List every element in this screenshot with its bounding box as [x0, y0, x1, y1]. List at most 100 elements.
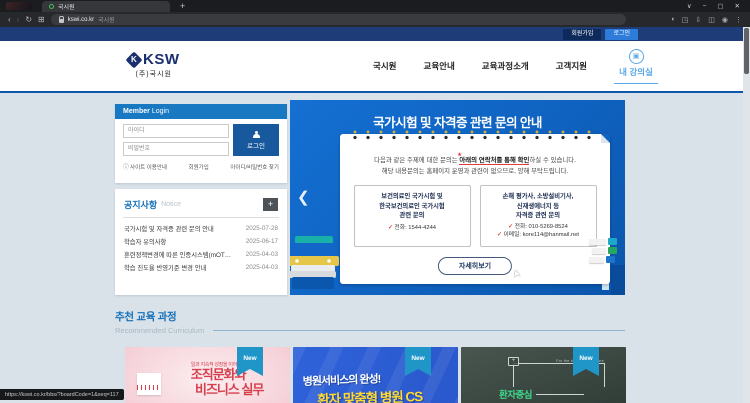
- notice-more-button[interactable]: +: [263, 198, 278, 211]
- address-bar[interactable]: kswi.co.kr 국시원: [50, 14, 626, 25]
- contact-phone: 전화: 010-5269-8524: [514, 224, 568, 231]
- forward-icon[interactable]: ›: [17, 15, 20, 24]
- login-button[interactable]: 로그인: [605, 28, 638, 40]
- contact-box-line: 신재생에너지 등: [516, 202, 560, 210]
- id-field[interactable]: [123, 124, 229, 138]
- notice-row[interactable]: 훈련정책변경에 따른 인증시스템(mOTP… 2025-04-03: [124, 248, 278, 261]
- spiral-binding-icon: [352, 129, 598, 141]
- nav-item-customer-support[interactable]: 고객지원: [556, 60, 587, 72]
- nav-item-curriculum-intro[interactable]: 교육과정소개: [482, 60, 529, 72]
- notice-row[interactable]: 학습 진도율 반영기준 변경 안내 2025-04-03: [124, 261, 278, 274]
- contact-box-line: 한국보건의료인 국가시험: [379, 202, 445, 210]
- status-bar-link-preview: https://kswi.co.kr/bbs/?boardCode=1&seq=…: [0, 389, 124, 400]
- reload-icon[interactable]: ↻: [25, 15, 32, 24]
- curriculum-subtitle: Recommended Curriculum: [115, 326, 205, 335]
- detail-view-button[interactable]: 자세히보기 ➤: [437, 257, 522, 279]
- notice-row[interactable]: 국가시험 및 자격증 관련 문의 안내 2025-07-28: [124, 222, 278, 235]
- notice-row-date: 2025-04-03: [245, 264, 278, 271]
- notice-row-date: 2025-07-28: [245, 225, 278, 232]
- nav-item-edu-info[interactable]: 교육안내: [424, 60, 455, 72]
- scrollbar-thumb[interactable]: [744, 28, 749, 74]
- notice-row-date: 2025-06-17: [245, 238, 278, 245]
- notice-row[interactable]: 학습자 유의사항 2025-06-17: [124, 235, 278, 248]
- password-field[interactable]: [123, 142, 229, 156]
- site-guide-link[interactable]: ⓘ 사이트 이용안내: [123, 162, 167, 172]
- find-id-password-link[interactable]: 아이디/비밀번호 찾기: [230, 163, 279, 171]
- login-links: ⓘ 사이트 이용안내 회원가입 아이디/비밀번호 찾기: [123, 162, 279, 172]
- logo-text: KSW: [143, 51, 180, 68]
- contact-email: 이메일: kore114@hanmail.net: [503, 232, 580, 239]
- contact-box-national-exam: 보건의료인 국가시험 및 한국보건의료인 국가시험 관련 문의 ✓ 전화: 15…: [353, 184, 471, 247]
- plus-icon: +: [508, 357, 519, 366]
- browser-window: 국시원 + ∨ − ▢ ✕ ‹ › ↻ ⊞ kswi.co.kr 국시원 ◖ ◳…: [0, 0, 750, 403]
- desc-pre: 다음과 같은 주제에 대한 문의는: [374, 157, 460, 164]
- notepad-fold: [601, 134, 610, 143]
- site-header: K KSW (주)국시원 국시원 교육안내 교육과정소개 고객지원 ▣ 내 강의…: [0, 41, 750, 93]
- course-title-line: 조직문화와: [190, 367, 247, 382]
- menu-icon[interactable]: ⋮: [735, 16, 742, 24]
- signup-button[interactable]: 회원가입: [563, 28, 602, 40]
- tab-favicon-icon: [49, 4, 54, 9]
- window-close-icon[interactable]: ✕: [735, 2, 740, 10]
- lock-icon: [58, 15, 65, 23]
- desc-emphasis: 아래의 연락처를 통해 확인: [459, 157, 530, 165]
- banner-decor-block: [611, 265, 625, 295]
- account-icon[interactable]: ◉: [722, 16, 728, 24]
- browser-tab-bar: 국시원 + ∨ − ▢ ✕: [0, 0, 750, 12]
- page-scrollbar[interactable]: [743, 27, 750, 403]
- course-card-business[interactable]: 일과 지속적 성장을 이어가는 조직문화와 비즈니스 실무 New: [125, 347, 290, 403]
- site-utility-bar: 회원가입 로그인: [0, 27, 750, 41]
- member-login-button[interactable]: 로그인: [233, 124, 279, 156]
- signup-link[interactable]: 회원가입: [189, 163, 209, 171]
- course-card-hospital-cs[interactable]: 병원서비스의 완성! 환자 맞춤형 병원 CS New: [293, 347, 458, 403]
- notice-title: 공지사항: [124, 200, 158, 210]
- window-minimize-icon[interactable]: −: [703, 3, 707, 10]
- find-id-password-label: 아이디/비밀번호 찾기: [230, 164, 279, 171]
- desc-line2: 해당 내용문의는 홈페이지 운영과 관련이 없으므로, 양해 부탁드립니다.: [381, 167, 569, 175]
- nav-item-my-classroom[interactable]: ▣ 내 강의실: [614, 48, 658, 84]
- browser-url-bar: ‹ › ↻ ⊞ kswi.co.kr 국시원 ◖ ◳ ⇩ ◫ ◉ ⋮: [0, 12, 750, 27]
- notice-row-title: 학습자 유의사항: [124, 239, 167, 246]
- curriculum-divider: [213, 330, 625, 331]
- signup-link-label: 회원가입: [188, 164, 209, 171]
- window-controls: ∨ − ▢ ✕: [687, 2, 750, 11]
- books-illustration: [290, 236, 343, 289]
- shield-icon[interactable]: ◖: [671, 16, 675, 23]
- cursor-icon: ➤: [510, 268, 522, 279]
- login-button-label: 로그인: [247, 142, 265, 150]
- info-icon: ⓘ: [123, 165, 130, 171]
- nav-item-label: 내 강의실: [619, 66, 653, 77]
- window-maximize-icon[interactable]: ▢: [717, 2, 723, 10]
- contact-box-line: 손해 평가사, 소방설비기사,: [502, 192, 574, 200]
- calendar-illustration: [137, 373, 161, 395]
- new-tab-button[interactable]: +: [180, 1, 185, 11]
- sidebar-icon[interactable]: ⊞: [38, 15, 45, 24]
- logo-subtitle: (주)국시원: [135, 71, 172, 78]
- downloads-icon[interactable]: ⇩: [695, 16, 701, 24]
- app-icon[interactable]: [6, 2, 32, 10]
- login-title-bold: Member: [123, 108, 150, 115]
- split-view-icon[interactable]: ◫: [708, 16, 715, 24]
- detail-view-label: 자세히보기: [458, 263, 492, 270]
- back-icon[interactable]: ‹: [8, 15, 11, 24]
- site-logo[interactable]: K KSW (주)국시원: [125, 51, 180, 79]
- check-icon: ✓: [387, 225, 393, 232]
- check-icon: ✓: [496, 232, 502, 239]
- banner-prev-arrow[interactable]: ❮: [297, 188, 310, 206]
- browser-tab[interactable]: 국시원: [42, 1, 170, 12]
- member-login-box: Member Login 로그인 ⓘ 사이트 이용안내 회원가입: [115, 104, 287, 183]
- login-box-header: Member Login: [115, 104, 287, 119]
- desc-post: 하실 수 있습니다.: [529, 157, 576, 164]
- window-dropdown-icon[interactable]: ∨: [687, 2, 692, 10]
- notice-row-title: 학습 진도율 반영기준 변경 안내: [124, 265, 207, 272]
- extensions-icon[interactable]: ◳: [682, 16, 689, 24]
- active-nav-underline: [614, 82, 658, 84]
- site-guide-label: 사이트 이용안내: [130, 164, 167, 171]
- contact-box-line: 보건의료인 국가시험 및: [381, 192, 443, 200]
- checklist-illustration: [589, 238, 617, 265]
- nav-item-kswi[interactable]: 국시원: [373, 60, 396, 72]
- notice-divider: [123, 217, 279, 218]
- course-card-patient-centered[interactable]: + For the best medical care 환자중심 병원서비스를 …: [461, 347, 626, 403]
- login-title-rest: Login: [151, 108, 169, 115]
- contact-box-certificates: 손해 평가사, 소방설비기사, 신재생에너지 등 자격증 관련 문의 ✓ 전화:…: [479, 184, 597, 247]
